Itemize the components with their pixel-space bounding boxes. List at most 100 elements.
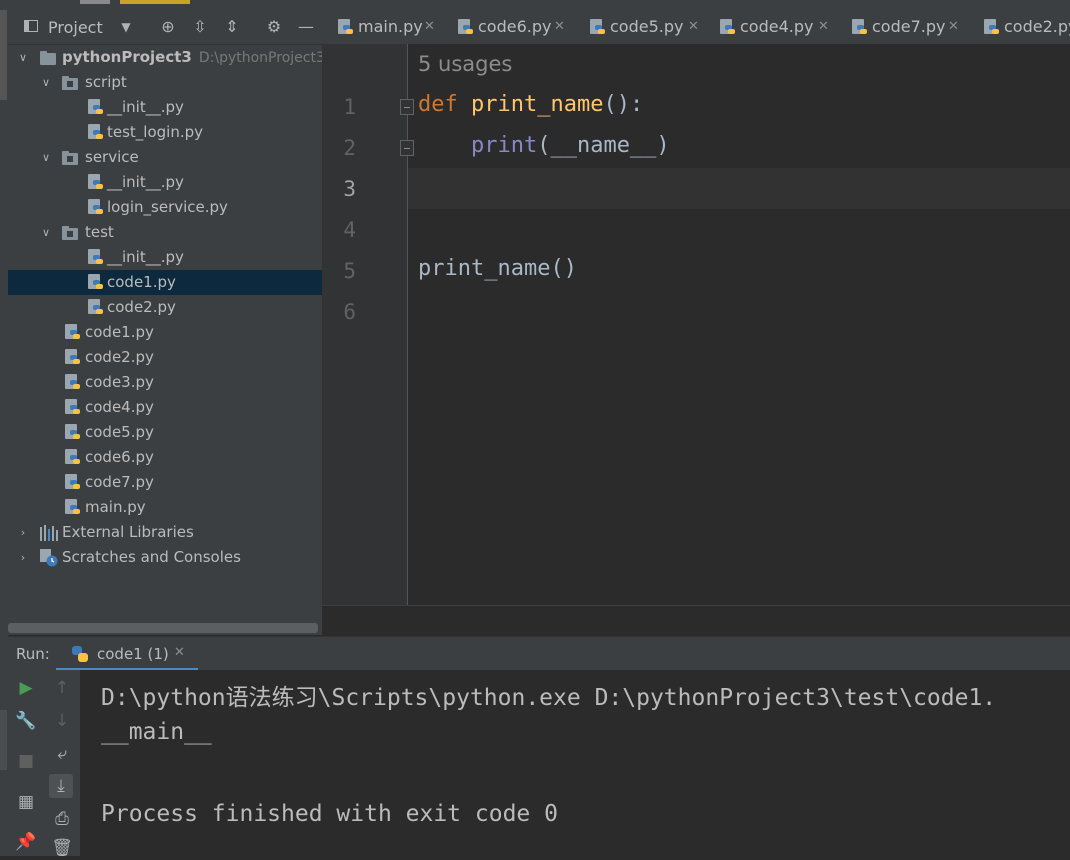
python-file-icon — [65, 349, 81, 366]
tree-item-pythonproject3[interactable]: ∨ pythonProject3 D:\pythonProject3 — [8, 45, 325, 70]
close-icon[interactable]: ✕ — [948, 10, 959, 44]
chevron-down-icon[interactable]: ∨ — [39, 220, 53, 245]
horizontal-scrollbar[interactable] — [8, 623, 318, 633]
tree-item-label: code7.py — [85, 473, 154, 491]
library-icon — [40, 525, 58, 541]
tree-item-file[interactable]: __init__.py — [8, 95, 322, 120]
gear-icon[interactable]: ⚙ — [264, 17, 284, 37]
run-label: Run: — [16, 645, 50, 663]
rerun-play-icon[interactable]: ▶ — [14, 676, 38, 700]
fold-marker-icon[interactable] — [400, 140, 414, 156]
tree-item-file[interactable]: login_service.py — [8, 195, 322, 220]
tree-item-file[interactable]: main.py — [8, 495, 322, 520]
tree-item-label: code2.py — [85, 348, 154, 366]
editor-tab[interactable]: code2.py — [982, 10, 1070, 44]
tree-item-service[interactable]: ∨ service — [8, 145, 322, 170]
usages-hint[interactable]: 5 usages — [418, 52, 512, 76]
hide-panel-icon[interactable]: — — [296, 17, 316, 37]
tree-item-label: code5.py — [85, 423, 154, 441]
code-punctuation: (): — [603, 92, 644, 117]
python-file-icon — [88, 274, 104, 291]
close-icon[interactable]: ✕ — [554, 10, 565, 44]
python-file-icon — [852, 19, 868, 36]
locate-target-icon[interactable]: ⊕ — [158, 17, 178, 37]
editor-tab[interactable]: main.py ✕ — [336, 10, 452, 44]
down-arrow-icon[interactable]: ↓ — [50, 709, 74, 733]
tree-item-external-libraries[interactable]: › External Libraries — [8, 520, 322, 545]
tree-item-file[interactable]: code2.py — [8, 295, 322, 320]
console-line: D:\python语法练习\Scripts\python.exe D:\pyth… — [101, 685, 997, 711]
editor-tab[interactable]: code6.py ✕ — [456, 10, 582, 44]
console-output[interactable]: D:\python语法练习\Scripts\python.exe D:\pyth… — [80, 670, 1070, 856]
python-file-icon — [65, 324, 81, 341]
tree-item-script[interactable]: ∨ script — [8, 70, 322, 95]
keyword: def — [418, 92, 458, 117]
fold-marker-icon[interactable] — [400, 99, 414, 115]
stop-icon[interactable]: ■ — [14, 749, 38, 773]
console-line: Process finished with exit code 0 — [101, 801, 558, 827]
line-number: 6 — [343, 300, 356, 324]
current-line-highlight — [408, 168, 1070, 209]
close-icon[interactable]: ✕ — [174, 645, 185, 660]
structure-tool-tab[interactable] — [0, 710, 7, 770]
tree-item-file[interactable]: __init__.py — [8, 245, 322, 270]
python-file-icon — [88, 124, 104, 141]
chevron-right-icon[interactable]: › — [16, 520, 30, 545]
chevron-down-icon[interactable]: ∨ — [39, 145, 53, 170]
run-tab[interactable]: code1 (1) ✕ — [56, 637, 198, 671]
tree-item-file-selected[interactable]: code1.py — [8, 270, 322, 295]
python-file-icon — [88, 199, 104, 216]
top-strip-fragment — [120, 0, 190, 4]
python-file-icon — [720, 19, 736, 36]
editor-tab[interactable]: code7.py ✕ — [850, 10, 976, 44]
python-file-icon — [65, 399, 81, 416]
tree-item-file[interactable]: code3.py — [8, 370, 322, 395]
tree-item-scratches[interactable]: › Scratches and Consoles — [8, 545, 322, 570]
code-editor[interactable]: 1 2 3 4 5 6 5 usages def print_name(): p… — [322, 44, 1070, 605]
tree-item-file[interactable]: code1.py — [8, 320, 322, 345]
print-icon[interactable]: ⎙ — [50, 807, 74, 831]
code-line-2: print(__name__) — [418, 133, 670, 158]
python-file-icon — [458, 19, 474, 36]
pin-icon[interactable]: 📌 — [14, 830, 38, 854]
project-view-icon — [24, 20, 38, 32]
line-number-gutter: 1 2 3 4 5 6 — [322, 44, 414, 605]
tree-item-file[interactable]: code7.py — [8, 470, 322, 495]
close-icon[interactable]: ✕ — [818, 10, 829, 44]
run-panel-header: Run: code1 (1) ✕ — [8, 636, 1070, 671]
chevron-down-icon[interactable]: ∨ — [39, 70, 53, 95]
soft-wrap-icon[interactable]: ⤶ — [50, 742, 74, 766]
editor-tab[interactable]: code5.py ✕ — [588, 10, 714, 44]
code-line-5: print_name() — [418, 256, 577, 281]
chevron-right-icon[interactable]: › — [16, 545, 30, 570]
top-strip-fragment — [80, 0, 110, 4]
tree-item-file[interactable]: code5.py — [8, 420, 322, 445]
trash-icon[interactable]: 🗑 — [50, 836, 74, 860]
collapse-all-icon[interactable]: ⇕ — [222, 17, 242, 37]
close-icon[interactable]: ✕ — [424, 10, 435, 44]
tree-item-file[interactable]: __init__.py — [8, 170, 322, 195]
tree-item-test[interactable]: ∨ test — [8, 220, 322, 245]
python-file-icon — [338, 19, 354, 36]
project-view-label[interactable]: Project — [48, 18, 103, 37]
scroll-to-end-icon[interactable]: ⤓ — [49, 774, 73, 798]
layout-icon[interactable]: ▦ — [14, 790, 38, 814]
chevron-down-icon[interactable]: ∨ — [16, 45, 30, 70]
tree-item-file[interactable]: test_login.py — [8, 120, 322, 145]
tree-item-file[interactable]: code6.py — [8, 445, 322, 470]
tree-item-label: code3.py — [85, 373, 154, 391]
chevron-down-icon[interactable]: ▼ — [116, 17, 136, 37]
wrench-icon[interactable]: 🔧 — [14, 709, 38, 733]
editor-bottom-strip — [322, 605, 1070, 636]
editor-tab[interactable]: code4.py ✕ — [718, 10, 844, 44]
folder-icon — [40, 50, 56, 66]
expand-all-icon[interactable]: ⇳ — [190, 17, 210, 37]
project-tool-tab[interactable] — [0, 10, 7, 100]
package-folder-icon — [62, 225, 78, 241]
close-icon[interactable]: ✕ — [688, 10, 699, 44]
function-name: print_name — [471, 92, 604, 117]
tree-item-file[interactable]: code4.py — [8, 395, 322, 420]
tree-item-file[interactable]: code2.py — [8, 345, 322, 370]
up-arrow-icon[interactable]: ↑ — [50, 676, 74, 700]
